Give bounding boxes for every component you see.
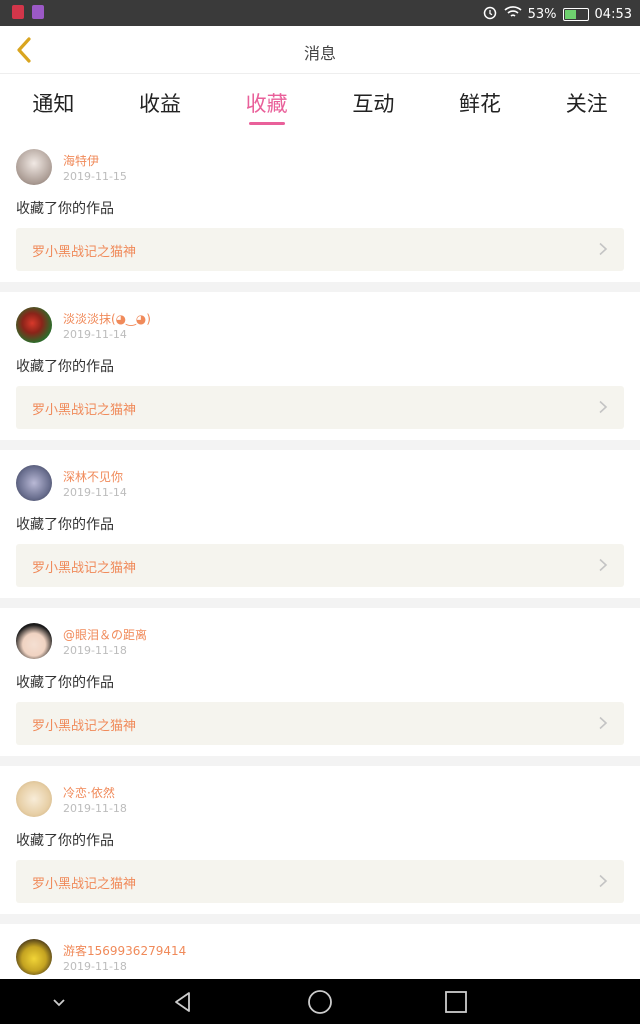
collapse-icon: [53, 999, 65, 1007]
work-link[interactable]: 罗小黑战记之猫神: [16, 702, 624, 745]
work-link[interactable]: 罗小黑战记之猫神: [16, 386, 624, 429]
work-title: 罗小黑战记之猫神: [32, 719, 137, 734]
tab-label: 通知: [32, 92, 75, 116]
work-title: 罗小黑战记之猫神: [32, 561, 137, 576]
timestamp: 2019-11-14: [63, 486, 127, 499]
back-triangle-icon: [175, 992, 190, 1012]
tab-label: 鲜花: [459, 92, 502, 116]
chevron-right-icon: [599, 242, 608, 256]
tab-4[interactable]: 鲜花: [427, 74, 534, 134]
chevron-right-icon: [599, 558, 608, 572]
username[interactable]: 冷恋·依然: [63, 784, 115, 801]
work-link[interactable]: 罗小黑战记之猫神: [16, 228, 624, 271]
action-text: 收藏了你的作品: [16, 359, 114, 375]
work-title: 罗小黑战记之猫神: [32, 403, 137, 418]
app-notification-icon-2: [32, 5, 44, 19]
avatar[interactable]: [16, 939, 52, 975]
work-title: 罗小黑战记之猫神: [32, 877, 137, 892]
username[interactable]: 深林不见你: [63, 468, 123, 485]
timestamp: 2019-11-18: [63, 960, 127, 973]
username[interactable]: 游客1569936279414: [63, 942, 186, 959]
avatar[interactable]: [16, 307, 52, 343]
tab-label: 互动: [352, 92, 395, 116]
tab-3[interactable]: 互动: [320, 74, 427, 134]
home-circle-icon: [308, 990, 332, 1014]
avatar[interactable]: [16, 465, 52, 501]
chevron-right-icon: [599, 716, 608, 730]
system-nav-bar: [0, 979, 640, 1024]
active-tab-indicator: [248, 122, 285, 125]
message-item: 海特伊 2019-11-15 收藏了你的作品罗小黑战记之猫神: [0, 134, 640, 282]
avatar[interactable]: [16, 149, 52, 185]
message-item: 游客15699362794142019-11-18收藏了你的作品罗小黑战记之猫神: [0, 924, 640, 979]
battery-fill: [564, 9, 577, 19]
message-list: 海特伊 2019-11-15 收藏了你的作品 罗小黑战记之猫神 淡淡淡抹(◕‿◕) 201…: [0, 134, 640, 979]
app-notification-icon: [12, 5, 24, 19]
tab-label: 收益: [139, 92, 181, 116]
action-text: 收藏了你的作品: [16, 201, 114, 217]
status-right-icons: 53% 04:53: [482, 4, 632, 24]
recents-square-icon: [445, 991, 467, 1013]
status-bar: 53% 04:53: [0, 0, 640, 26]
action-text: 收藏了你的作品: [16, 675, 114, 691]
message-item: 深林不见你 2019-11-14 收藏了你的作品罗小黑战记之猫神: [0, 450, 640, 598]
chevron-right-icon: [599, 874, 608, 888]
username[interactable]: 海特伊: [63, 152, 99, 169]
tab-5[interactable]: 关注: [533, 74, 640, 134]
tab-label: 关注: [565, 92, 608, 116]
status-left-icons: [12, 5, 44, 19]
home-nav-button[interactable]: [305, 987, 335, 1017]
timestamp: 2019-11-18: [63, 644, 127, 657]
work-link[interactable]: 罗小黑战记之猫神: [16, 860, 624, 903]
alarm-icon: [482, 4, 498, 24]
message-item: 冷恋·依然 2019-11-18 收藏了你的作品罗小黑战记之猫神: [0, 766, 640, 914]
timestamp: 2019-11-18: [63, 802, 127, 815]
message-item: @眼泪＆の距离 2019-11-18 收藏了你的作品罗小黑战记之猫神: [0, 608, 640, 756]
avatar[interactable]: [16, 623, 52, 659]
action-text: 收藏了你的作品: [16, 517, 114, 533]
timestamp: 2019-11-15: [63, 170, 127, 183]
work-title: 罗小黑战记之猫神: [32, 245, 137, 260]
username[interactable]: @眼泪＆の距离: [63, 626, 147, 643]
collapse-button[interactable]: [44, 987, 74, 1017]
message-item: 淡淡淡抹(◕‿◕) 2019-11-14 收藏了你的作品罗小黑战记之猫神: [0, 292, 640, 440]
header-bar: 消息: [0, 26, 640, 74]
tab-2[interactable]: 收藏: [213, 74, 320, 134]
recents-nav-button[interactable]: [441, 987, 471, 1017]
action-text: 收藏了你的作品: [16, 833, 114, 849]
timestamp: 2019-11-14: [63, 328, 127, 341]
page-title: 消息: [303, 44, 336, 63]
chevron-right-icon: [599, 400, 608, 414]
work-link[interactable]: 罗小黑战记之猫神: [16, 544, 624, 587]
avatar[interactable]: [16, 781, 52, 817]
back-nav-button[interactable]: [168, 987, 198, 1017]
tab-1[interactable]: 收益: [107, 74, 214, 134]
battery-icon: [562, 7, 589, 21]
wifi-icon: [504, 5, 522, 23]
battery-percent: 53%: [527, 6, 557, 22]
username[interactable]: 淡淡淡抹(◕‿◕): [63, 310, 151, 327]
tab-bar: 通知 收益 收藏 互动 鲜花 关注: [0, 74, 640, 134]
tab-label: 收藏: [245, 92, 288, 116]
tab-0[interactable]: 通知: [0, 74, 107, 134]
status-time: 04:53: [594, 6, 632, 22]
